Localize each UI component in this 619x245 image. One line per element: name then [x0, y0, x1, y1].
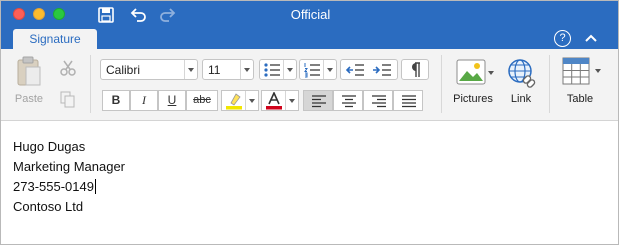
align-right-button[interactable]: [363, 90, 393, 111]
window-title: Official: [290, 7, 331, 22]
signature-line-phone: 273-555-0149: [13, 177, 125, 197]
ribbon: Paste Calibri 11 B I U abc Pictures Link…: [1, 49, 618, 121]
justify-icon: [402, 95, 416, 108]
outlook-signature-window: Official Signature ? Paste Calibri 11 B …: [0, 0, 619, 245]
signature-line-name: Hugo Dugas: [13, 139, 86, 154]
underline-button[interactable]: U: [158, 90, 186, 111]
pilcrow-icon: [412, 62, 420, 77]
indent-group: [340, 59, 398, 80]
strikethrough-button[interactable]: abc: [186, 90, 218, 111]
align-right-icon: [372, 95, 386, 108]
link-label[interactable]: Link: [505, 93, 537, 105]
copy-icon[interactable]: [60, 91, 76, 109]
decrease-indent-icon[interactable]: [345, 62, 365, 78]
chevron-down-icon: [323, 60, 336, 79]
chevron-down-icon: [283, 60, 296, 79]
cut-icon[interactable]: [59, 59, 77, 77]
phone-text: 273-555-0149: [13, 179, 94, 194]
highlight-button[interactable]: [221, 90, 259, 111]
italic-button[interactable]: I: [130, 90, 158, 111]
chevron-down-icon: [488, 71, 494, 75]
align-left-icon: [312, 95, 326, 108]
align-center-button[interactable]: [333, 90, 363, 111]
table-icon[interactable]: [562, 57, 590, 85]
chevron-down-icon: [184, 60, 197, 79]
chevron-down-icon: [285, 91, 298, 110]
ribbon-tab-strip: Signature ?: [1, 29, 618, 49]
pictures-icon[interactable]: [456, 59, 486, 85]
link-icon[interactable]: [506, 57, 538, 89]
chevron-down-icon: [240, 60, 253, 79]
separator: [90, 55, 91, 113]
paste-icon[interactable]: [15, 55, 43, 89]
title-bar: Official: [1, 1, 618, 29]
pictures-label[interactable]: Pictures: [450, 93, 496, 105]
collapse-ribbon-icon[interactable]: [583, 30, 599, 46]
highlighter-icon: [226, 93, 242, 110]
signature-editor[interactable]: Hugo Dugas Marketing Manager 273-555-014…: [13, 137, 125, 217]
bold-button[interactable]: B: [102, 90, 130, 111]
show-formatting-button[interactable]: [401, 59, 429, 80]
numbered-list-icon: [304, 63, 320, 78]
font-family-value: Calibri: [106, 63, 141, 77]
chevron-down-icon: [245, 91, 258, 110]
justify-button[interactable]: [393, 90, 423, 111]
table-label[interactable]: Table: [562, 93, 598, 105]
tab-signature[interactable]: Signature: [13, 29, 97, 49]
font-color-icon: [266, 92, 282, 110]
font-family-dropdown[interactable]: Calibri: [100, 59, 198, 80]
align-center-icon: [342, 95, 356, 108]
increase-indent-icon[interactable]: [372, 62, 392, 78]
paste-label: Paste: [14, 93, 44, 105]
font-size-dropdown[interactable]: 11: [202, 59, 254, 80]
separator: [441, 55, 442, 113]
signature-line-title: Marketing Manager: [13, 159, 125, 174]
separator: [549, 55, 550, 113]
numbering-button[interactable]: [299, 59, 337, 80]
bullet-list-icon: [264, 63, 280, 77]
bullets-button[interactable]: [259, 59, 297, 80]
align-left-button[interactable]: [303, 90, 333, 111]
font-size-value: 11: [208, 63, 221, 77]
chevron-down-icon: [595, 69, 601, 73]
signature-line-company: Contoso Ltd: [13, 199, 84, 214]
text-cursor: [94, 179, 96, 194]
font-color-button[interactable]: [261, 90, 299, 111]
help-icon[interactable]: ?: [554, 30, 571, 47]
